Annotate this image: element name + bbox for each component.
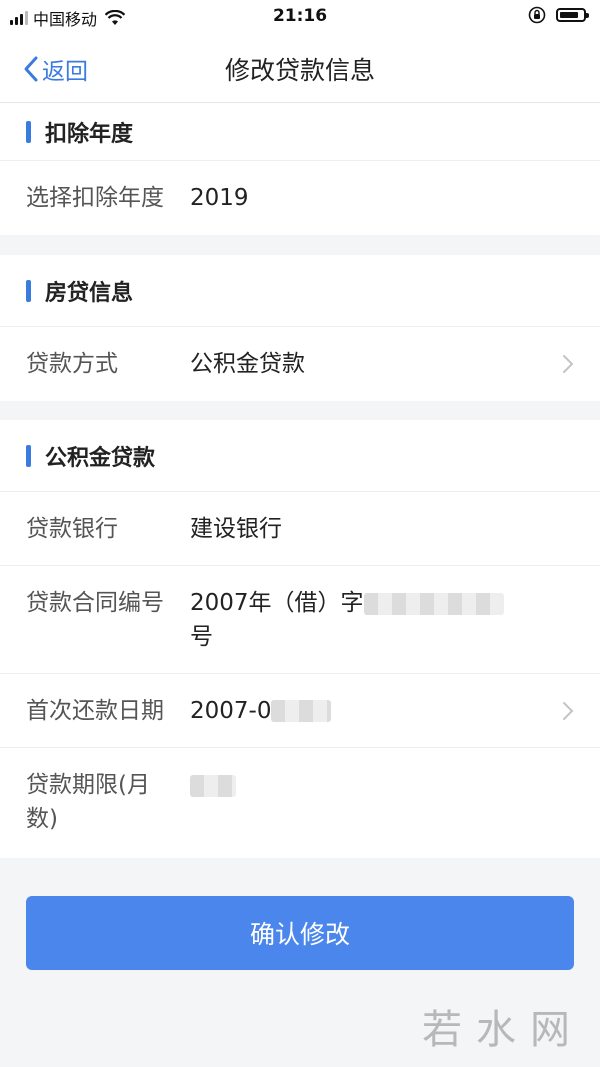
section-accent-bar: [26, 120, 31, 143]
date-value-prefix: 2007-0: [190, 697, 272, 724]
contract-value-prefix: 2007年（借）字: [190, 590, 364, 616]
row-value: 公积金贷款: [190, 351, 305, 377]
battery-level-fill: [560, 12, 578, 18]
watermark: 若水网: [422, 1007, 584, 1053]
row-value: 2007年（借）字 号: [190, 586, 600, 654]
row-loan-type[interactable]: 贷款方式 公积金贷款: [0, 327, 600, 401]
row-first-repayment-date[interactable]: 首次还款日期 2007-0: [0, 674, 600, 748]
section-provident-loan: 公积金贷款 贷款银行 建设银行 贷款合同编号 2007年（借）字 号 首次还款日…: [0, 420, 600, 858]
row-label: 贷款银行: [26, 515, 118, 542]
chevron-right-icon: [563, 355, 574, 373]
row-label: 贷款方式: [26, 351, 118, 377]
battery-icon: [556, 8, 589, 22]
contract-value-suffix: 号: [190, 624, 213, 650]
row-loan-term[interactable]: 贷款期限(月数): [0, 748, 600, 858]
row-loan-bank[interactable]: 贷款银行 建设银行: [0, 492, 600, 566]
section-accent-bar: [26, 444, 31, 467]
redacted-block: [190, 774, 236, 797]
section-deduction-year: 扣除年度 选择扣除年度 2019: [0, 103, 600, 235]
row-value: [190, 768, 600, 802]
redacted-block: [271, 700, 332, 722]
status-right: [528, 6, 589, 24]
row-value: 2007-0: [190, 694, 600, 728]
section-header: 房贷信息: [0, 255, 600, 327]
row-label: 选择扣除年度: [26, 185, 164, 211]
nav-bar: 返回 修改贷款信息: [0, 34, 600, 103]
row-value: 建设银行: [190, 515, 282, 542]
section-title: 房贷信息: [45, 280, 134, 306]
chevron-right-icon: [563, 701, 574, 720]
section-title: 公积金贷款: [45, 445, 156, 471]
section-title: 扣除年度: [45, 121, 134, 147]
page-title: 修改贷款信息: [224, 56, 375, 85]
row-contract-number[interactable]: 贷款合同编号 2007年（借）字 号: [0, 566, 600, 674]
section-header: 公积金贷款: [0, 420, 600, 492]
redacted-block: [363, 592, 504, 615]
clock: 21:16: [272, 6, 328, 26]
row-deduction-year[interactable]: 选择扣除年度 2019: [0, 161, 600, 235]
row-value: 2019: [190, 185, 249, 211]
status-bar: 中国移动 21:16: [0, 0, 600, 34]
rotation-lock-icon: [528, 6, 546, 24]
row-label: 首次还款日期: [26, 697, 164, 724]
confirm-edit-button[interactable]: 确认修改: [26, 896, 574, 970]
section-accent-bar: [26, 279, 31, 302]
row-label: 贷款期限(月数): [26, 772, 150, 832]
section-header: 扣除年度: [0, 103, 600, 161]
row-label: 贷款合同编号: [26, 590, 164, 616]
section-mortgage-info: 房贷信息 贷款方式 公积金贷款: [0, 255, 600, 401]
